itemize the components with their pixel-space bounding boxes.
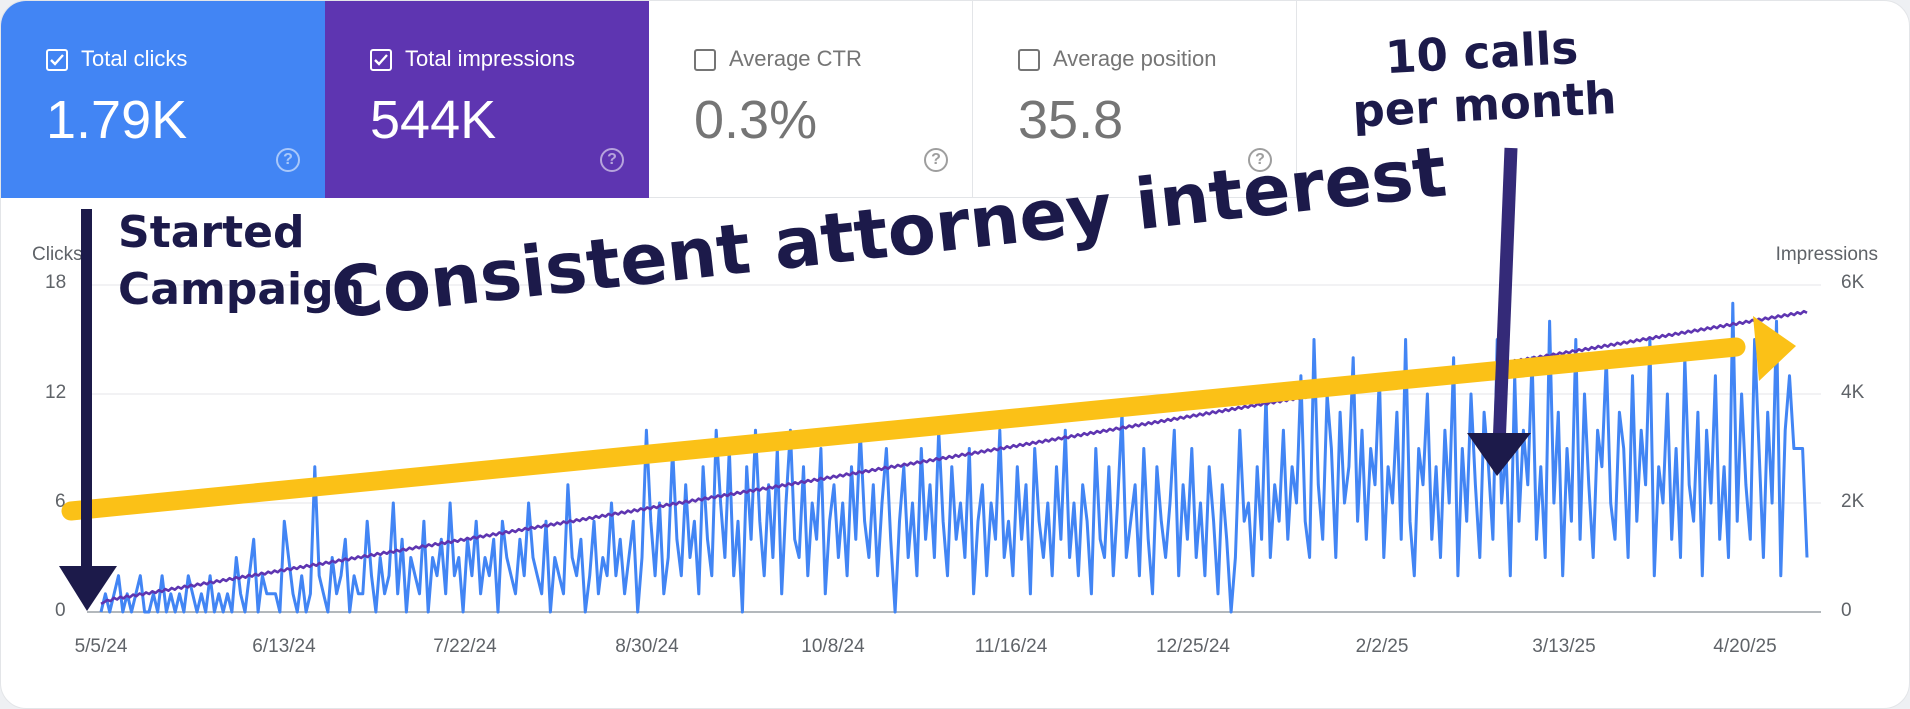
performance-report: Total clicks 1.79K ? Total impressions 5… xyxy=(0,0,1910,709)
x-tick-label: 3/13/25 xyxy=(1532,636,1596,657)
x-tick-label: 8/30/24 xyxy=(615,636,679,657)
x-tick-label: 7/22/24 xyxy=(433,636,497,657)
x-tick-label: 2/2/25 xyxy=(1355,636,1409,657)
chart-plot-area xyxy=(59,147,1821,614)
x-tick-label: 4/20/25 xyxy=(1713,636,1777,657)
x-tick-label: 6/13/24 xyxy=(252,636,316,657)
x-tick-label: 12/25/24 xyxy=(1156,636,1230,657)
x-tick-label: 5/5/24 xyxy=(74,636,128,657)
calls-arrow-shaft xyxy=(1492,147,1518,448)
x-tick-label: 10/8/24 xyxy=(801,636,865,657)
annotation-calls: 10 calls per month xyxy=(1351,21,1618,138)
x-tick-label: 11/16/24 xyxy=(974,636,1048,657)
campaign-arrow-shaft xyxy=(81,209,92,581)
series-impressions-line xyxy=(100,309,1808,605)
